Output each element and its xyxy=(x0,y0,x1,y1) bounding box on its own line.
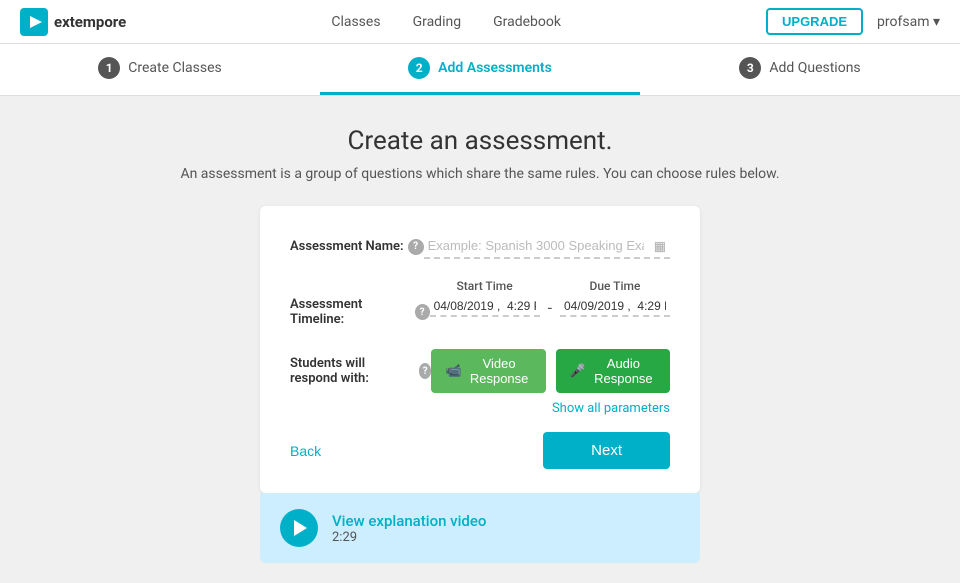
due-time-input[interactable] xyxy=(560,297,670,317)
assessment-name-row: Assessment Name: ? ▦ xyxy=(290,234,670,259)
video-banner: View explanation video 2:29 xyxy=(260,493,700,563)
nav-gradebook[interactable]: Gradebook xyxy=(493,14,561,30)
timeline-separator: - xyxy=(548,280,552,317)
show-params-link[interactable]: Show all parameters xyxy=(552,401,670,416)
step-2-number: 2 xyxy=(408,57,430,79)
play-button[interactable] xyxy=(280,509,318,547)
response-label: Students will respond with: ? xyxy=(290,356,431,386)
main-content: Create an assessment. An assessment is a… xyxy=(0,96,960,583)
response-help-icon[interactable]: ? xyxy=(419,363,432,379)
step-2-label: Add Assessments xyxy=(438,60,552,76)
action-row: Back Next xyxy=(290,432,670,469)
video-response-button[interactable]: 📹 Video Response xyxy=(431,349,545,393)
step-1[interactable]: 1 Create Classes xyxy=(0,44,320,95)
main-nav: Classes Grading Gradebook xyxy=(331,14,561,30)
play-icon xyxy=(294,520,307,536)
timeline-fields: Start Time - Due Time xyxy=(430,279,670,317)
step-3[interactable]: 3 Add Questions xyxy=(640,44,960,95)
timeline-help-icon[interactable]: ? xyxy=(415,304,430,320)
step-1-number: 1 xyxy=(98,57,120,79)
show-params-row: Show all parameters xyxy=(290,401,670,416)
due-time-field: Due Time xyxy=(560,279,670,317)
logo: extempore xyxy=(20,8,126,36)
calendar-icon: ▦ xyxy=(654,239,666,254)
video-info: View explanation video 2:29 xyxy=(332,512,486,545)
video-duration: 2:29 xyxy=(332,530,486,545)
start-time-input[interactable] xyxy=(430,297,540,317)
step-3-label: Add Questions xyxy=(769,60,860,76)
assessment-name-input[interactable] xyxy=(424,234,670,259)
assessment-form-card: Assessment Name: ? ▦ Assessment Timeline… xyxy=(260,206,700,493)
back-button[interactable]: Back xyxy=(290,443,321,459)
video-icon: 📹 xyxy=(445,363,461,379)
assessment-timeline-row: Assessment Timeline: ? Start Time - Due … xyxy=(290,279,670,327)
step-2[interactable]: 2 Add Assessments xyxy=(320,44,640,95)
response-type-row: Students will respond with: ? 📹 Video Re… xyxy=(290,349,670,393)
nav-classes[interactable]: Classes xyxy=(331,14,380,30)
nav-grading[interactable]: Grading xyxy=(413,14,462,30)
logo-icon xyxy=(20,8,48,36)
stepper: 1 Create Classes 2 Add Assessments 3 Add… xyxy=(0,44,960,96)
assessment-name-input-wrap: ▦ xyxy=(424,234,670,259)
video-title[interactable]: View explanation video xyxy=(332,512,486,530)
timeline-label: Assessment Timeline: ? xyxy=(290,279,430,327)
due-time-label: Due Time xyxy=(590,279,641,293)
assessment-name-help-icon[interactable]: ? xyxy=(408,239,424,255)
audio-response-button[interactable]: 🎤 Audio Response xyxy=(556,349,670,393)
header-right: UPGRADE profsam ▾ xyxy=(766,8,940,35)
start-time-label: Start Time xyxy=(456,279,512,293)
step-1-label: Create Classes xyxy=(128,60,221,76)
start-time-field: Start Time xyxy=(430,279,540,317)
step-3-number: 3 xyxy=(739,57,761,79)
assessment-name-label: Assessment Name: ? xyxy=(290,239,424,255)
next-button[interactable]: Next xyxy=(543,432,670,469)
upgrade-button[interactable]: UPGRADE xyxy=(766,8,863,35)
header: extempore Classes Grading Gradebook UPGR… xyxy=(0,0,960,44)
page-title: Create an assessment. xyxy=(347,126,612,156)
logo-text: extempore xyxy=(54,13,126,31)
mic-icon: 🎤 xyxy=(570,363,586,379)
response-buttons: 📹 Video Response 🎤 Audio Response xyxy=(431,349,670,393)
user-menu[interactable]: profsam ▾ xyxy=(877,14,940,30)
page-subtitle: An assessment is a group of questions wh… xyxy=(180,166,779,182)
